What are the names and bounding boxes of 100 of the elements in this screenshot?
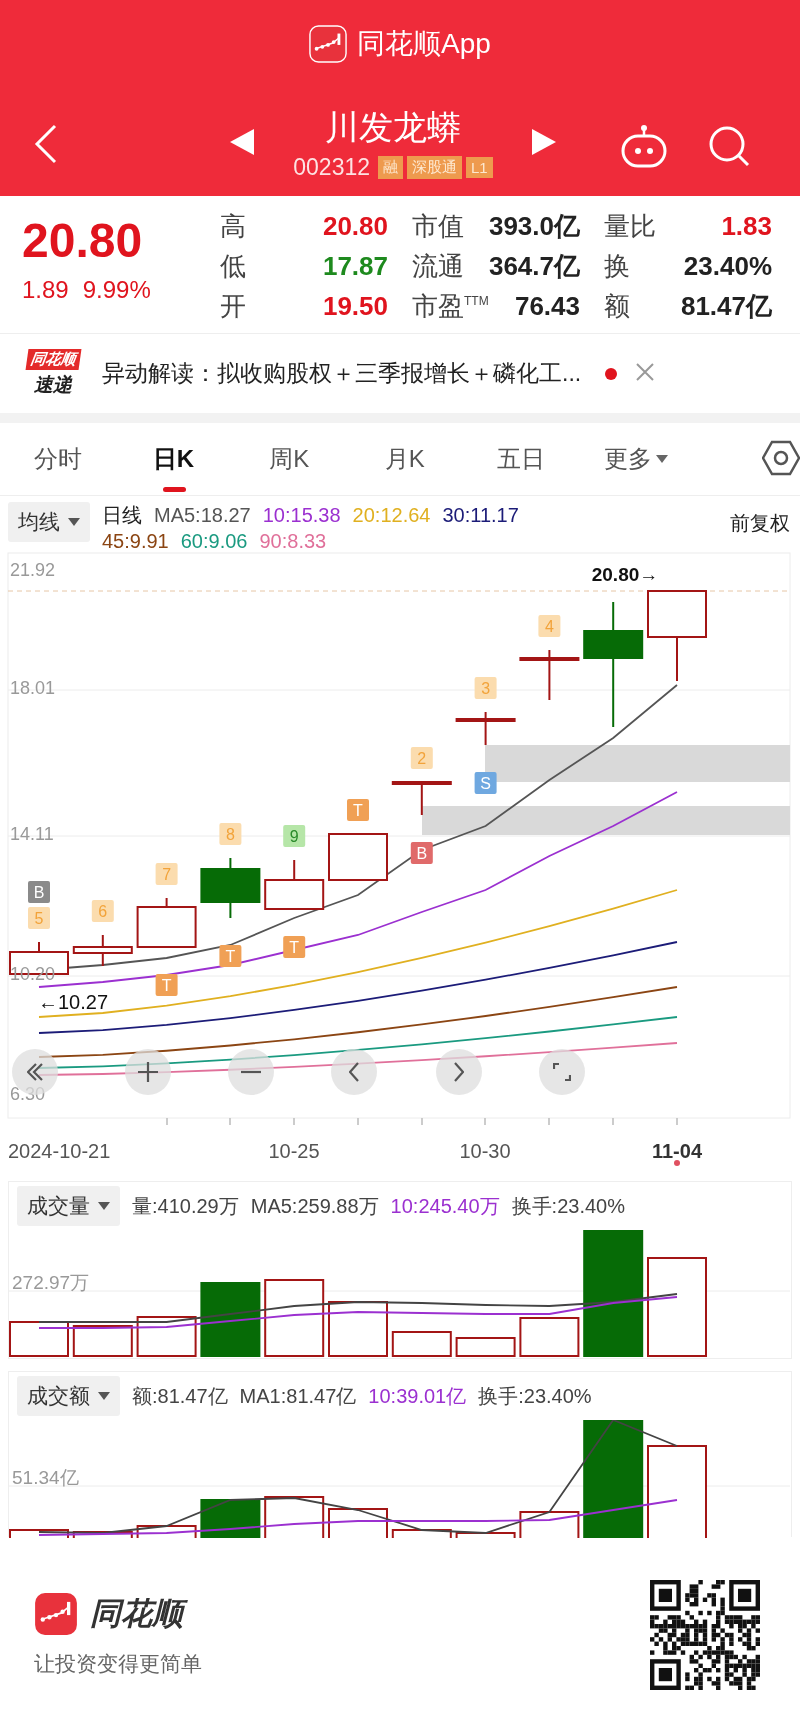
app-title: 同花顺App [357,27,491,61]
stock-code: 002312 [293,153,371,181]
stat-value: 81.47亿 [680,289,772,323]
moving-average-value: 10:15.38 [262,503,341,528]
zoom-out-button[interactable] [228,1049,274,1095]
stat-label: 低 [220,249,246,283]
chart-tab[interactable]: 更多 [578,422,695,496]
chart-tab[interactable]: 月K [347,422,463,496]
stat-value: 1.83 [721,210,772,242]
chart-tab[interactable]: 分时 [0,422,116,496]
indicator-value: 10:245.40万 [390,1193,500,1219]
indicator-value: 换手:23.40% [511,1193,625,1219]
fullscreen-button[interactable] [539,1049,585,1095]
signal-tag: T [347,799,369,821]
plus-icon [138,1062,158,1082]
stock-name: 川发龙蟒 [325,106,461,148]
adjustment-label[interactable]: 前复权 [730,510,790,537]
period-label: 日线 [102,503,142,528]
brand-name: 同花顺 [90,1593,189,1635]
stat-value: 393.0亿 [488,209,580,243]
left-triangle-icon [230,128,254,155]
date-label: 2024-10-21 [8,1140,111,1162]
stock-tag: L1 [466,156,493,178]
indicator-value: MA5:259.88万 [250,1193,379,1219]
axis-label: 21.92 [10,560,56,580]
close-icon [635,362,656,382]
next-bar-button[interactable] [436,1049,482,1095]
app-logo-icon [34,1592,78,1636]
previous-stock-button[interactable] [230,128,254,158]
moving-average-value: 60:9.06 [180,529,248,554]
signal-tag: 9 [283,825,306,847]
assistant-button[interactable] [620,124,668,171]
percent-change: 9.99% [82,276,151,304]
date-label: 10-30 [459,1140,511,1162]
stat-label: 市盈$^{TTM}$ [412,289,489,323]
news-headline[interactable]: 异动解读：拟收购股权＋三季报增长＋磷化工... [102,358,582,389]
news-source-label: 同花顺 [25,349,81,370]
moving-average-value: 90:8.33 [259,529,327,554]
signal-tag: 4 [538,615,561,637]
settings-icon [762,438,800,477]
high-price-label: 20.80→ [591,564,659,585]
signal-tag: T [219,945,242,967]
stock-tag: 深股通 [407,155,463,179]
stat-value: 23.40% [683,250,772,282]
axis-label: 14.11 [10,824,54,844]
date-label: 11-04 [651,1140,703,1162]
search-icon [708,125,750,167]
axis-label: 18.01 [10,678,56,698]
signal-tag: S [474,772,497,794]
stat-value: 20.80 [322,210,388,242]
back-icon [34,124,58,164]
signal-tag: 6 [91,900,114,922]
moving-average-value: 45:9.91 [102,529,169,554]
indicator-dropdown[interactable]: 成交额 [17,1376,120,1416]
chevron-right-icon [454,1062,464,1082]
signal-tag: 7 [155,863,178,885]
stat-label: 市值 [412,209,464,243]
stat-label: 开 [220,289,246,323]
indicator-value: 换手:23.40% [478,1383,592,1409]
moving-average-value: 30:11.17 [442,503,519,528]
chart-tab[interactable]: 日K [115,422,232,496]
indicator-value: 量:410.29万 [132,1193,239,1219]
caret-icon [98,1202,110,1210]
signal-tag: 8 [219,823,242,845]
stat-label: 高 [220,209,246,243]
moving-average-value: MA5:18.27 [154,503,251,528]
slogan: 让投资变得更简单 [34,1651,202,1677]
indicator-dropdown[interactable]: 均线 [8,502,90,542]
moving-average-value: 20:12.64 [352,503,431,528]
stat-value: 19.50 [322,290,388,322]
next-stock-button[interactable] [532,128,556,158]
stat-label: 额 [604,289,630,323]
date-label: 10-25 [268,1140,320,1162]
indicator-value: 10:39.01亿 [368,1383,467,1409]
stat-value: 17.87 [322,250,388,282]
app-logo-icon [309,25,348,63]
price-change: 1.89 [22,276,69,304]
zoom-in-button[interactable] [125,1049,171,1095]
chart-tab[interactable]: 五日 [462,422,579,496]
indicator-value: MA1:81.47亿 [239,1383,357,1409]
caret-icon [68,518,80,526]
indicator-dropdown[interactable]: 成交量 [17,1186,120,1226]
news-source-label: 速递 [34,373,72,397]
previous-bar-button[interactable] [331,1049,377,1095]
signal-tag: 2 [410,747,433,769]
expand-icon [553,1063,571,1081]
stat-label: 换 [604,249,630,283]
robot-icon [620,124,668,168]
signal-tag: T [283,936,306,958]
axis-label: 51.34亿 [12,1467,79,1488]
caret-icon [98,1392,110,1400]
stat-value: 364.7亿 [488,249,580,283]
chevron-left-icon [349,1062,359,1082]
chart-tab[interactable]: 周K [231,422,347,496]
signal-tag: 5 [28,907,50,929]
caret-icon [656,455,669,463]
stock-tag: 融 [378,155,404,179]
stat-label: 流通 [412,249,464,283]
stat-label: 量比 [604,209,656,243]
qr-code-icon [650,1580,760,1690]
